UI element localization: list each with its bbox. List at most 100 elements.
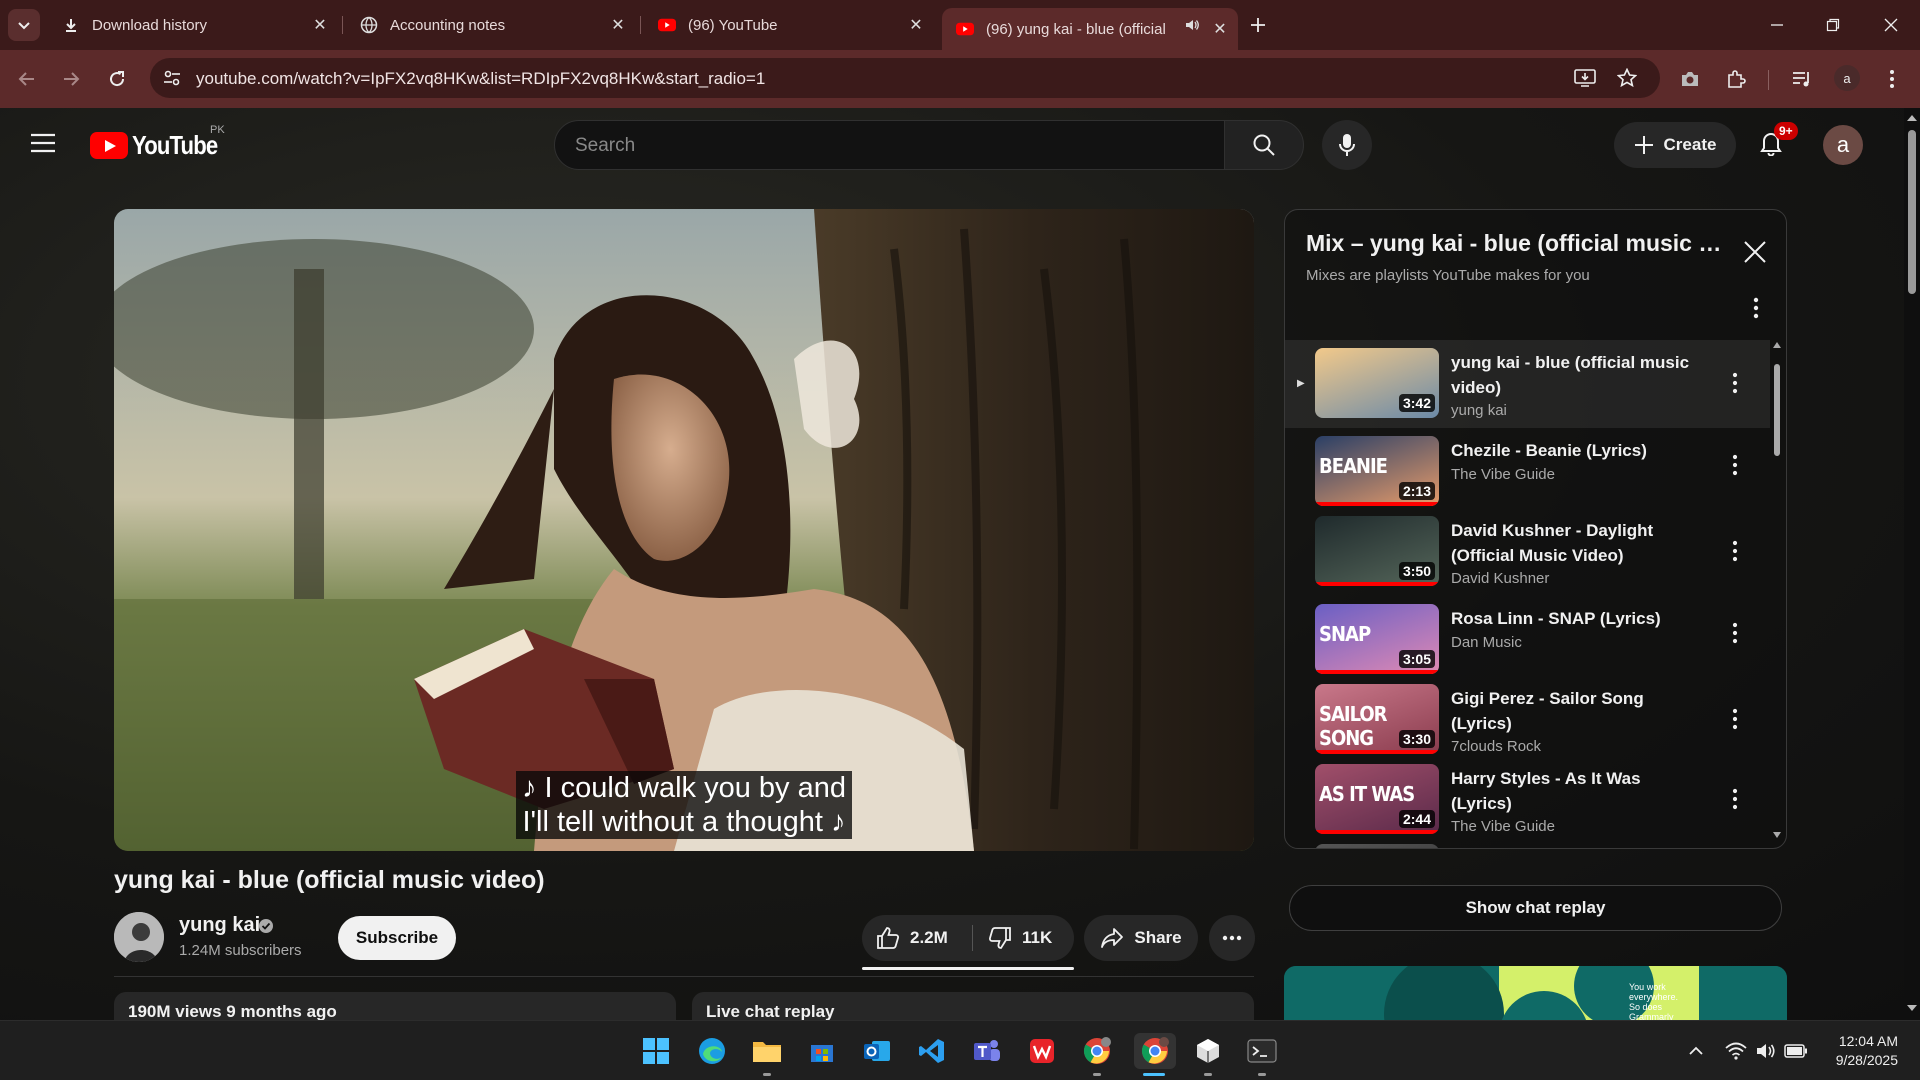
file-explorer-app[interactable] [749, 1033, 785, 1069]
channel-name[interactable]: yung kai [179, 914, 260, 937]
playlist-item-thumbnail[interactable]: 3:50 [1315, 516, 1439, 586]
playlist-item[interactable]: AS IT WAS 2:44 Harry Styles - As It Was (L… [1285, 756, 1770, 836]
playlist-item[interactable]: ▶ 3:42 yung kai - blue (official music vid… [1285, 340, 1770, 428]
close-tab-icon[interactable]: ✕ [906, 15, 926, 35]
tab-yung-kai-blue[interactable]: (96) yung kai - blue (official ✕ [942, 8, 1238, 50]
outlook-app[interactable] [859, 1033, 895, 1069]
wps-office-app[interactable] [1024, 1033, 1060, 1069]
channel-avatar[interactable] [114, 912, 164, 962]
notifications-button[interactable]: 9+ [1754, 122, 1798, 160]
video-player[interactable]: ♪ I could walk you by and I'll tell with… [114, 209, 1254, 851]
playlist-item-thumbnail[interactable]: 3:42 [1315, 348, 1439, 418]
page-scrollbar[interactable] [1904, 108, 1920, 1020]
playlist-item-channel: The Vibe Guide [1451, 818, 1555, 835]
create-button[interactable]: Create [1614, 122, 1736, 168]
microsoft-store-app[interactable] [804, 1033, 840, 1069]
back-button[interactable] [12, 64, 42, 94]
close-tab-icon[interactable]: ✕ [1210, 19, 1230, 39]
tab-youtube-home[interactable]: (96) YouTube ✕ [644, 8, 934, 42]
address-bar[interactable]: youtube.com/watch?v=IpFX2vq8HKw&list=RDI… [150, 58, 1660, 98]
browser-menu-button[interactable] [1878, 65, 1906, 93]
restore-button[interactable] [1818, 10, 1848, 40]
show-chat-replay-button[interactable]: Show chat replay [1289, 885, 1782, 931]
battery-icon [1784, 1044, 1807, 1058]
playlist-item-thumbnail[interactable]: SNAP 3:05 [1315, 604, 1439, 674]
playlist-scrollbar[interactable] [1772, 340, 1782, 840]
minimize-button[interactable] [1762, 10, 1792, 40]
like-ratio-bar [862, 967, 1074, 970]
speaker-icon[interactable] [1184, 17, 1200, 37]
description-box[interactable]: 190M views 9 months ago [114, 992, 676, 1020]
media-controls-icon[interactable] [1788, 65, 1816, 93]
playlist-item[interactable]: SAILOR SONG 3:30 Gigi Perez - Sailor Song … [1285, 676, 1770, 756]
playlist-item-thumbnail[interactable]: AS IT WAS 2:44 [1315, 764, 1439, 834]
playlist-item[interactable]: BEANIE 2:13 Chezile - Beanie (Lyrics) The V… [1285, 428, 1770, 508]
more-actions-button[interactable] [1209, 915, 1255, 961]
kebab-menu-icon[interactable] [1731, 622, 1739, 644]
close-tab-icon[interactable]: ✕ [310, 15, 330, 35]
vscode-app[interactable] [914, 1033, 950, 1069]
close-tab-icon[interactable]: ✕ [608, 15, 628, 35]
tab-download-history[interactable]: Download history ✕ [48, 8, 338, 42]
kebab-menu-icon[interactable] [1752, 296, 1760, 320]
scroll-up-arrow-icon[interactable] [1904, 112, 1920, 124]
kebab-menu-icon[interactable] [1731, 540, 1739, 562]
playlist-title[interactable]: Mix – yung kai - blue (official music vi… [1306, 230, 1726, 257]
account-avatar[interactable]: a [1823, 125, 1863, 165]
system-clock[interactable]: 12:04 AM 9/28/2025 [1826, 1032, 1898, 1070]
teams-app[interactable] [969, 1033, 1005, 1069]
chrome-app-profile-c[interactable] [1079, 1033, 1115, 1069]
package-app[interactable] [1190, 1033, 1226, 1069]
search-input[interactable]: Search [554, 120, 1226, 170]
like-button[interactable]: 2.2M [876, 926, 948, 950]
bookmark-star-icon[interactable] [1616, 67, 1638, 89]
tab-accounting-notes[interactable]: Accounting notes ✕ [346, 8, 636, 42]
forward-button[interactable] [56, 64, 86, 94]
scroll-down-arrow-icon[interactable] [1904, 1002, 1920, 1014]
playlist-item[interactable]: SNAP 3:05 Rosa Linn - SNAP (Lyrics) Dan Mus… [1285, 596, 1770, 676]
advertisement-banner[interactable]: You work everywhere. So does Grammarly [1284, 966, 1787, 1020]
dislike-button[interactable]: 11K [988, 926, 1052, 950]
volume-status[interactable] [1754, 1039, 1778, 1063]
voice-search-button[interactable] [1322, 120, 1372, 170]
kebab-menu-icon[interactable] [1731, 454, 1739, 476]
battery-status[interactable] [1784, 1039, 1808, 1063]
wifi-status[interactable] [1724, 1039, 1748, 1063]
reload-button[interactable] [102, 64, 132, 94]
browser-profile-avatar[interactable]: a [1834, 65, 1860, 91]
screenshot-extension-icon[interactable] [1676, 65, 1704, 93]
search-button[interactable] [1224, 120, 1304, 170]
kebab-menu-icon[interactable] [1731, 708, 1739, 730]
edge-icon [699, 1038, 725, 1064]
terminal-app[interactable] [1244, 1033, 1280, 1069]
site-info-icon[interactable] [162, 68, 182, 88]
scroll-down-arrow-icon[interactable] [1772, 830, 1782, 840]
show-hidden-icons-button[interactable] [1684, 1039, 1708, 1063]
edge-app[interactable] [694, 1033, 730, 1069]
playlist-item-thumbnail[interactable] [1315, 844, 1439, 848]
close-icon[interactable] [1741, 238, 1769, 266]
install-app-icon[interactable] [1574, 67, 1596, 89]
playlist-item-thumbnail[interactable]: SAILOR SONG 3:30 [1315, 684, 1439, 754]
share-button[interactable]: Share [1084, 915, 1198, 961]
tab-search-button[interactable] [8, 9, 40, 41]
live-chat-replay-box[interactable]: Live chat replay [692, 992, 1254, 1020]
scroll-up-arrow-icon[interactable] [1772, 340, 1782, 350]
hamburger-menu-icon [31, 133, 55, 153]
guide-menu-button[interactable] [30, 132, 58, 160]
subscribe-button[interactable]: Subscribe [338, 916, 456, 960]
scrollbar-thumb[interactable] [1908, 130, 1916, 294]
new-tab-button[interactable] [1244, 11, 1272, 39]
extensions-icon[interactable] [1722, 65, 1750, 93]
video-duration: 2:13 [1398, 482, 1435, 500]
scrollbar-thumb[interactable] [1774, 364, 1780, 456]
start-button[interactable] [638, 1033, 674, 1069]
playlist-item-thumbnail[interactable]: BEANIE 2:13 [1315, 436, 1439, 506]
playlist-item[interactable]: 3:50 David Kushner - Daylight (Official M… [1285, 508, 1770, 588]
youtube-logo[interactable]: YouTube PK [90, 124, 232, 161]
kebab-menu-icon[interactable] [1731, 372, 1739, 394]
close-window-button[interactable] [1876, 10, 1906, 40]
chrome-app-profile-a[interactable] [1134, 1033, 1176, 1069]
playlist-item[interactable]: girl in red - we fell in love in [1285, 836, 1770, 848]
kebab-menu-icon[interactable] [1731, 788, 1739, 810]
